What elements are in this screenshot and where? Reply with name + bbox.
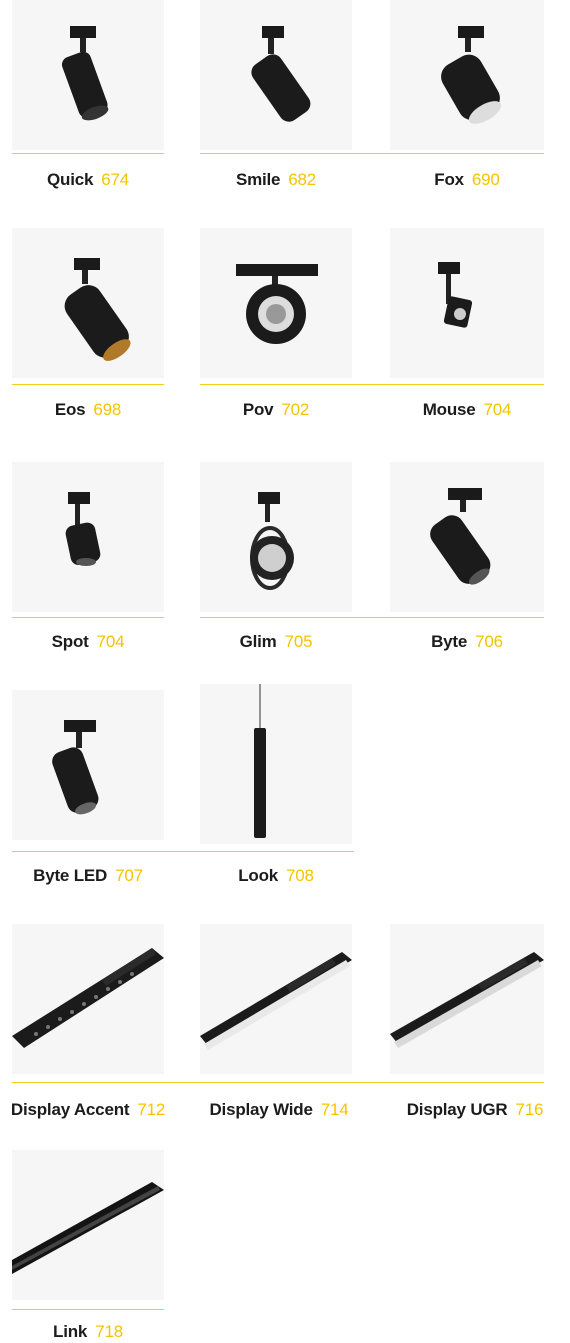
page-number: 704 (483, 400, 512, 419)
page-number: 708 (286, 866, 314, 885)
product-image-display-wide[interactable] (200, 924, 352, 1074)
linear-display-accent-icon (12, 948, 164, 1048)
product-caption-display-accent[interactable]: Display Accent 712 (0, 1100, 182, 1120)
product-name: Display Wide (209, 1100, 313, 1119)
product-caption-display-ugr[interactable]: Display UGR 716 (380, 1100, 570, 1120)
product-name: Link (53, 1322, 88, 1341)
product-name: Fox (434, 170, 464, 189)
product-image-link[interactable] (12, 1150, 164, 1300)
track-pendant-look-icon (254, 684, 266, 838)
page-number: 682 (288, 170, 317, 189)
page-number: 690 (471, 170, 500, 189)
divider (200, 384, 390, 385)
product-image-glim[interactable] (200, 462, 352, 612)
product-image-byte-led[interactable] (12, 690, 164, 840)
track-spot-byte-led-icon (52, 720, 99, 815)
page-number: 712 (137, 1100, 166, 1119)
product-name: Byte LED (33, 866, 108, 885)
product-image-eos[interactable] (12, 228, 164, 378)
track-link-icon (12, 1182, 164, 1274)
product-caption-fox[interactable]: Fox 690 (390, 170, 544, 190)
product-name: Display UGR (406, 1100, 508, 1119)
divider (390, 153, 544, 154)
product-image-look[interactable] (200, 684, 352, 844)
product-name: Smile (235, 170, 281, 189)
product-image-quick[interactable] (12, 0, 164, 150)
product-image-spot[interactable] (12, 462, 164, 612)
product-image-display-ugr[interactable] (390, 924, 544, 1074)
product-image-mouse[interactable] (390, 228, 544, 378)
page-number: 702 (281, 400, 310, 419)
track-spot-smile-icon (251, 26, 311, 122)
product-name: Display Accent (10, 1100, 130, 1119)
product-name: Glim (239, 632, 277, 651)
product-caption-smile[interactable]: Smile 682 (200, 170, 352, 190)
page-number: 707 (115, 866, 143, 885)
track-spot-eos-icon (64, 258, 131, 361)
page-number: 716 (515, 1100, 544, 1119)
divider (390, 617, 544, 618)
divider (12, 617, 164, 618)
product-caption-glim[interactable]: Glim 705 (200, 632, 352, 652)
page-number: 674 (101, 170, 129, 189)
divider (12, 851, 354, 852)
product-image-fox[interactable] (390, 0, 544, 150)
track-spot-pov-icon (236, 264, 318, 344)
product-name: Spot (51, 632, 89, 651)
divider (200, 617, 390, 618)
track-spot-quick-icon (61, 26, 109, 121)
product-caption-byte-led[interactable]: Byte LED 707 (12, 866, 164, 886)
product-image-display-accent[interactable] (12, 924, 164, 1074)
divider (12, 1082, 544, 1083)
divider (200, 153, 390, 154)
product-name: Look (238, 866, 279, 885)
track-spot-byte-icon (430, 488, 491, 585)
track-spot-glim-icon (250, 492, 294, 590)
product-image-pov[interactable] (200, 228, 352, 378)
product-caption-mouse[interactable]: Mouse 704 (390, 400, 544, 420)
product-caption-display-wide[interactable]: Display Wide 714 (184, 1100, 374, 1120)
product-name: Mouse (422, 400, 476, 419)
product-caption-link[interactable]: Link 718 (12, 1322, 164, 1342)
track-spot-mouse-icon (438, 262, 473, 328)
product-name: Eos (54, 400, 86, 419)
product-name: Pov (242, 400, 274, 419)
page-number: 706 (475, 632, 503, 651)
product-caption-eos[interactable]: Eos 698 (12, 400, 164, 420)
divider (12, 384, 164, 385)
product-caption-spot[interactable]: Spot 704 (12, 632, 164, 652)
track-spot-spot-icon (65, 492, 101, 566)
divider (12, 1309, 164, 1310)
page-number: 705 (284, 632, 313, 651)
product-caption-pov[interactable]: Pov 702 (200, 400, 352, 420)
product-image-smile[interactable] (200, 0, 352, 150)
product-caption-quick[interactable]: Quick 674 (12, 170, 164, 190)
track-spot-fox-icon (441, 26, 502, 124)
product-caption-byte[interactable]: Byte 706 (390, 632, 544, 652)
product-caption-look[interactable]: Look 708 (200, 866, 352, 886)
page-number: 714 (320, 1100, 349, 1119)
linear-display-ugr-icon (390, 952, 544, 1048)
product-name: Byte (431, 632, 468, 651)
product-image-byte[interactable] (390, 462, 544, 612)
product-name: Quick (46, 170, 94, 189)
divider (12, 153, 164, 154)
page-number: 718 (95, 1322, 123, 1341)
linear-display-wide-icon (200, 952, 352, 1050)
page-number: 698 (93, 400, 122, 419)
page-number: 704 (96, 632, 125, 651)
divider (390, 384, 544, 385)
